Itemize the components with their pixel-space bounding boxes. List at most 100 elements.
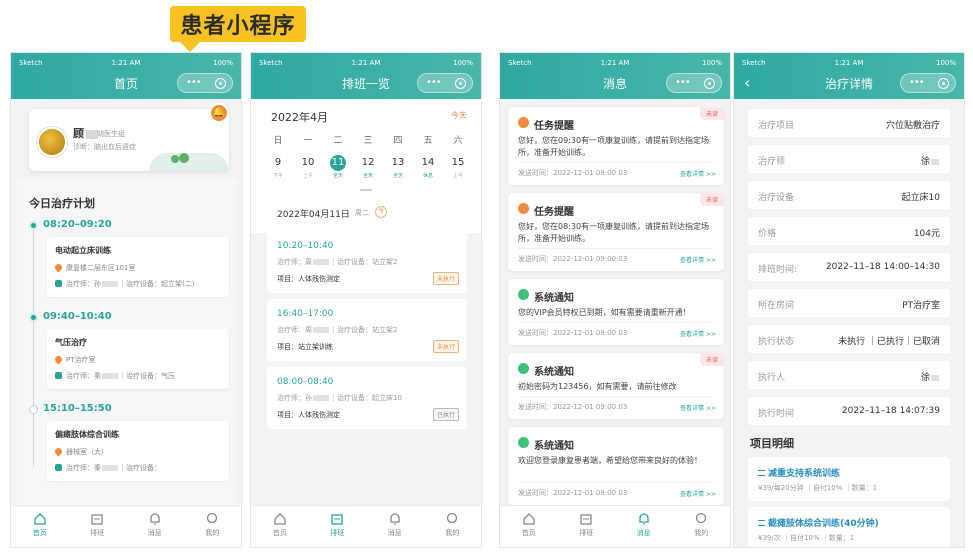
project-meta: ¥39/每20分钟 ｜自付10% ｜数量：1 [758,484,878,492]
battery: 100% [212,59,233,67]
tab-home[interactable]: 首页 [11,506,69,547]
project-card[interactable]: 截瘫肢体综合训练(40分钟) ¥39/次 ｜自付10% ｜数量：1 [748,507,950,547]
schedule-project: 项目：站立架训练 [277,343,333,351]
tab-messages[interactable]: 消息 [126,506,184,547]
drag-handle[interactable] [360,189,372,191]
detail-row: 执行人徐 [748,361,950,389]
person-icon [55,372,62,379]
battery: 100% [701,59,722,67]
message-title: 系统通知 [534,441,574,452]
more-icon[interactable]: ••• [675,77,691,89]
detail-row: 排班时间: 2022–11–18 14:00–14:30 [748,253,950,281]
message-card[interactable]: 任务提醒 未读 您好，您在08:30有一项康复训练，请提前到达指定场所，准备开始… [508,193,724,271]
tab-messages[interactable]: 消息 [615,506,673,547]
view-details-link[interactable]: 查看详情 >> [680,403,716,412]
tab-schedule[interactable]: 排班 [69,506,127,547]
tab-profile[interactable]: 我的 [184,506,242,547]
chat-icon [696,512,707,524]
project-card[interactable]: 减重支持系统训练 ¥39/每20分钟 ｜自付10% ｜数量：1 [748,457,950,501]
timeline-dot [29,313,38,322]
tab-bar: 首页 排班 消息 我的 [11,505,241,547]
menu-capsule[interactable]: ••• [417,73,473,93]
menu-capsule[interactable]: ••• [900,73,956,93]
avatar [37,127,67,157]
close-icon[interactable] [704,78,715,89]
more-icon[interactable]: ••• [186,77,202,89]
schedule-time: 16:40–17:00 [277,309,334,319]
home-icon [274,513,286,525]
day-number[interactable]: 10 [293,157,323,168]
person-icon [55,464,62,471]
task-icon [518,203,529,214]
view-details-link[interactable]: 查看详情 >> [680,489,716,498]
selected-date-header: 2022年04月11日 周二 今 [267,199,467,225]
tab-profile[interactable]: 我的 [673,506,731,547]
month-label: 2022年4月 [271,111,328,124]
close-icon[interactable] [938,78,949,89]
calendar-icon [331,514,343,525]
close-icon[interactable] [455,78,466,89]
plan-item-staff: 治疗师：孙 ｜治疗设备：起立架(二) [55,279,194,289]
day-shift: 全天 [392,173,403,179]
phone-detail: Sketch 1:21 AM 100% ‹ 治疗详情 ••• 治疗项目 穴位贴敷治… [733,52,965,548]
message-card[interactable]: 系统通知 欢迎您登录康复患者端，希望给您带来良好的体验！ 发送时间：2022-1… [508,427,724,505]
tab-profile[interactable]: 我的 [424,506,482,547]
phone-home: Sketch 1:21 AM 100% 首页 ••• 顾 胡医生组 诊断：脑出血… [10,52,242,548]
message-card[interactable]: 系统通知 您的VIP会员特权已到期，如有需要请重新开通！ 发送时间：2022-1… [508,279,724,345]
location-icon [53,446,64,457]
view-details-link[interactable]: 查看详情 >> [680,255,716,264]
plan-item[interactable]: 电动起立床训练 康复楼二层东区101室 治疗师：孙 ｜治疗设备：起立架(二) [47,237,229,297]
clock: 1:21 AM [600,59,630,67]
menu-capsule[interactable]: ••• [666,73,722,93]
more-icon[interactable]: ••• [426,77,442,89]
bell-icon[interactable]: 🔔 [209,103,229,123]
tab-messages[interactable]: 消息 [366,506,424,547]
day-number[interactable]: 9 [263,157,293,168]
today-button[interactable]: 今天 [451,110,467,121]
person-icon [55,280,62,287]
mini-program-banner: 患者小程序 [170,6,306,52]
bell-icon [150,513,160,525]
day-number[interactable]: 12 [353,157,383,168]
weekday: 四 [393,136,403,146]
schedule-card[interactable]: 08:00–08:40 治疗师：孙 ｜治疗设备：起立床10 项目：人体残伤测定 已… [267,367,467,429]
task-icon [518,117,529,128]
patient-name: 顾 [73,125,98,141]
today-plan: 今日治疗计划 08:20–09:20 电动起立床训练 康复楼二层东区101室 治… [17,179,237,509]
day-number[interactable]: 13 [383,157,413,168]
detail-row: 所在房间 PT治疗室 [748,289,950,317]
day-number[interactable]: 14 [413,157,443,168]
day-shift: 全天 [362,173,373,179]
tab-schedule[interactable]: 排班 [558,506,616,547]
more-icon[interactable]: ••• [909,77,925,89]
profile-card[interactable]: 顾 胡医生组 诊断：脑出血后遗症 [29,109,229,171]
close-icon[interactable] [215,78,226,89]
message-title: 任务提醒 [534,121,574,132]
plan-item[interactable]: 偏瘫肢体综合训练 器械室（大） 治疗师：秦 ｜治疗设备： [47,421,229,481]
menu-capsule[interactable]: ••• [177,73,233,93]
day-number[interactable]: 15 [443,157,473,168]
tab-home[interactable]: 首页 [500,506,558,547]
view-details-link[interactable]: 查看详情 >> [680,329,716,338]
plan-time: 09:40–10:40 [43,311,112,322]
day-number[interactable]: 11 [323,157,353,168]
schedule-card[interactable]: 10:20–10:40 治疗师：周 ｜治疗设备：站立架2 项目：人体残伤测定 未执… [267,231,467,293]
message-card[interactable]: 系统通知 未读 初始密码为123456，如有需要，请前往修改 发送时间：2022… [508,353,724,419]
unread-badge: 未读 [699,193,724,206]
message-body: 您好，您在09:30有一项康复训练，请提前到达指定场所，准备开始训练。 [518,136,710,157]
message-time: 发送时间：2022-12-01 09:00:03 [518,403,628,411]
view-details-link[interactable]: 查看详情 >> [680,169,716,178]
speaker-icon [518,437,529,448]
tab-home[interactable]: 首页 [251,506,309,547]
message-time: 发送时间：2022-12-01 09:00:03 [518,489,628,497]
schedule-card[interactable]: 16:40–17:00 治疗师：周 ｜治疗设备：站立架2 项目：站立架训练 未执行 [267,299,467,361]
tab-schedule[interactable]: 排班 [309,506,367,547]
message-card[interactable]: 任务提醒 未读 您好，您在09:30有一项康复训练，请提前到达指定场所，准备开始… [508,107,724,185]
bell-icon [390,513,400,525]
project-name: 减重支持系统训练 [758,466,840,479]
clock: 1:21 AM [834,59,864,67]
today-badge: 今 [375,206,387,218]
status-badge: 未执行 [432,272,459,285]
plan-item-staff: 治疗师：秦 ｜治疗设备： [55,463,161,473]
plan-item[interactable]: 气压治疗 PT治疗室 治疗师：秦 ｜治疗设备：气压 [47,329,229,389]
